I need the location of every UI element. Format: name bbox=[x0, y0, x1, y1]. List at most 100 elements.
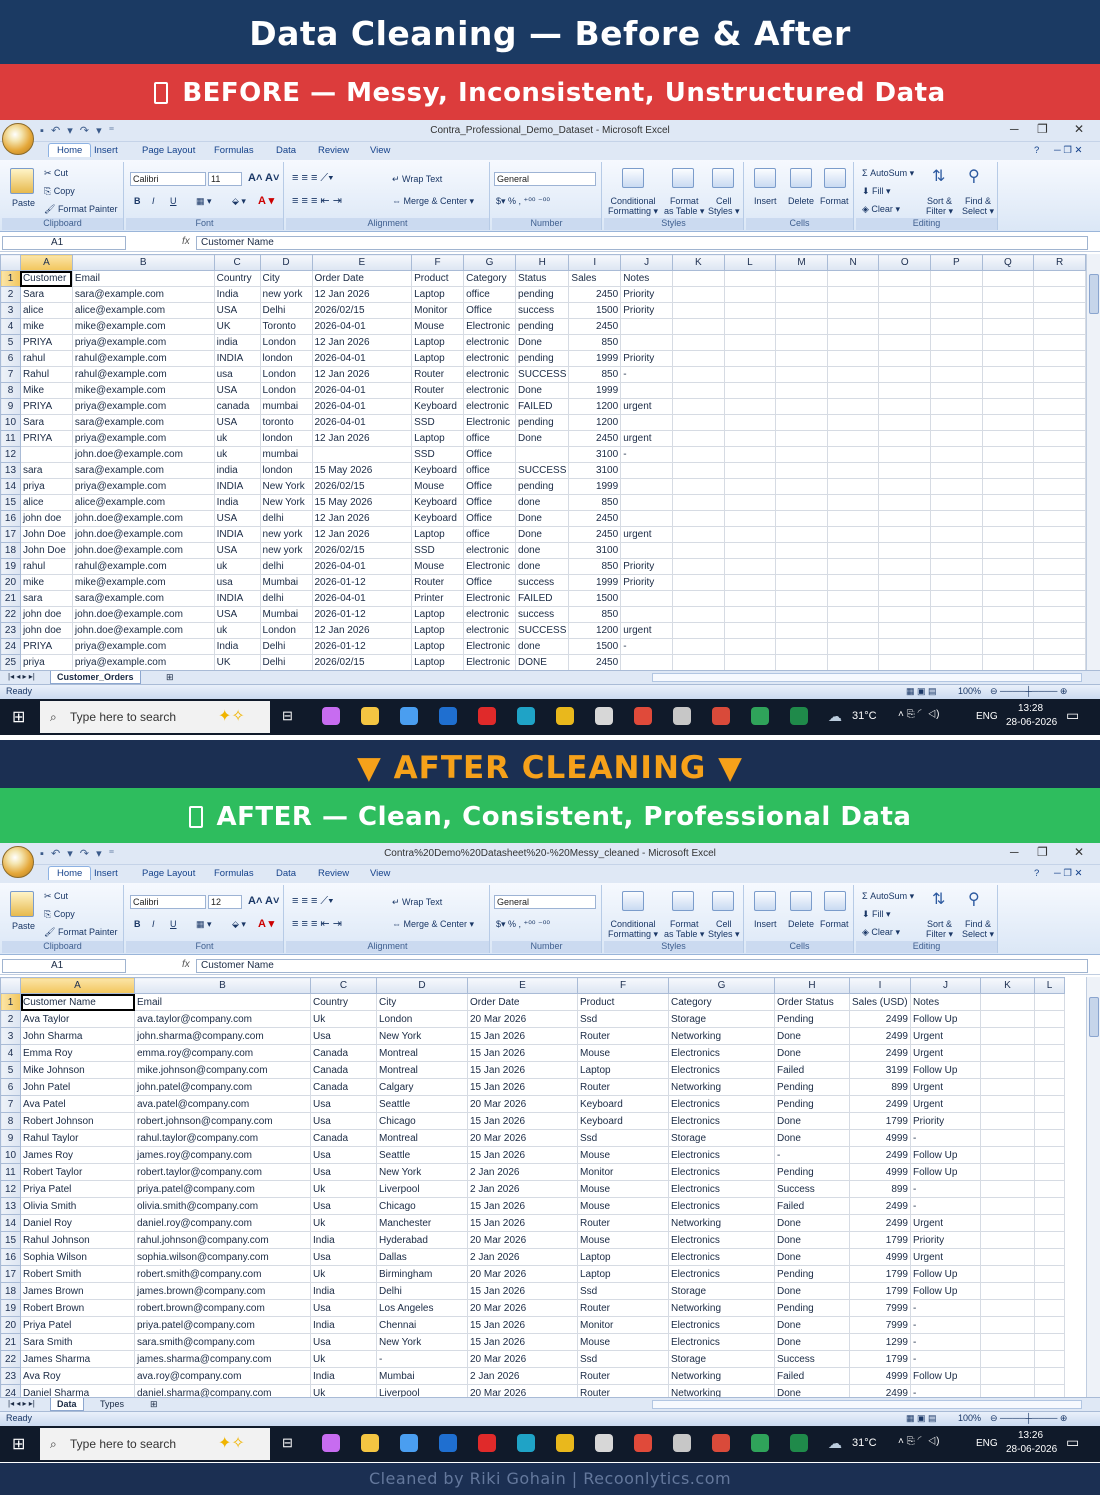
cell[interactable]: New York bbox=[376, 1027, 468, 1045]
column-header-k[interactable]: K bbox=[980, 977, 1035, 994]
cell[interactable]: Urgent bbox=[910, 1078, 981, 1096]
empty-cell[interactable] bbox=[1034, 1010, 1065, 1028]
empty-cell[interactable] bbox=[775, 270, 828, 287]
cell[interactable]: Priority bbox=[620, 286, 674, 303]
cell[interactable]: Laptop bbox=[411, 638, 465, 655]
empty-cell[interactable] bbox=[723, 334, 777, 351]
cell[interactable]: 2026-04-01 bbox=[311, 590, 413, 607]
empty-cell[interactable] bbox=[672, 286, 725, 303]
cell[interactable]: alice bbox=[19, 494, 73, 511]
empty-cell[interactable] bbox=[930, 590, 983, 607]
select-all-corner[interactable] bbox=[0, 977, 21, 994]
cell[interactable]: olivia.smith@company.com bbox=[134, 1197, 311, 1215]
empty-cell[interactable] bbox=[723, 622, 777, 639]
empty-cell[interactable] bbox=[826, 622, 880, 639]
row-header[interactable]: 21 bbox=[0, 1333, 21, 1351]
empty-cell[interactable] bbox=[723, 558, 777, 575]
empty-cell[interactable] bbox=[930, 286, 983, 303]
cell[interactable]: urgent bbox=[620, 526, 674, 543]
format-cells-icon[interactable] bbox=[824, 891, 846, 911]
cell[interactable]: daniel.roy@company.com bbox=[134, 1214, 311, 1232]
cell[interactable]: Done bbox=[774, 1044, 850, 1062]
cell[interactable]: london bbox=[259, 430, 313, 447]
empty-cell[interactable] bbox=[1033, 510, 1086, 527]
empty-cell[interactable] bbox=[1034, 1265, 1065, 1283]
column-header-d[interactable]: D bbox=[259, 254, 313, 271]
cell[interactable]: PRIYA bbox=[19, 430, 73, 447]
office-button[interactable] bbox=[2, 846, 34, 878]
empty-cell[interactable] bbox=[980, 1299, 1035, 1317]
cell[interactable]: 850 bbox=[568, 558, 622, 575]
cell[interactable]: done bbox=[515, 638, 570, 655]
cell[interactable]: London bbox=[259, 366, 313, 383]
empty-cell[interactable] bbox=[981, 446, 1035, 463]
cell[interactable]: Electronic bbox=[463, 590, 517, 607]
cell[interactable]: Order Status bbox=[774, 993, 850, 1011]
cell[interactable]: sara bbox=[19, 462, 73, 479]
empty-cell[interactable] bbox=[981, 462, 1035, 479]
empty-cell[interactable] bbox=[723, 302, 777, 319]
column-header-h[interactable]: H bbox=[515, 254, 570, 271]
column-header-i[interactable]: I bbox=[849, 977, 911, 994]
empty-cell[interactable] bbox=[981, 494, 1035, 511]
empty-cell[interactable] bbox=[1033, 430, 1086, 447]
empty-cell[interactable] bbox=[980, 1044, 1035, 1062]
empty-cell[interactable] bbox=[826, 318, 880, 335]
cell[interactable]: Delhi bbox=[259, 638, 313, 655]
cell[interactable]: 2 Jan 2026 bbox=[467, 1367, 578, 1385]
windows-start-icon[interactable]: ⊞ bbox=[12, 707, 25, 727]
column-header-k[interactable]: K bbox=[672, 254, 725, 271]
font-name-select[interactable]: Calibri bbox=[130, 172, 206, 186]
row-header[interactable]: 10 bbox=[0, 1146, 21, 1164]
column-header-b[interactable]: B bbox=[134, 977, 311, 994]
cell[interactable]: priya@example.com bbox=[71, 334, 215, 351]
empty-cell[interactable] bbox=[672, 302, 725, 319]
cell[interactable]: 20 Mar 2026 bbox=[467, 1010, 578, 1028]
cell[interactable]: Office bbox=[463, 510, 517, 527]
cell-styles-icon[interactable] bbox=[712, 891, 734, 911]
empty-cell[interactable] bbox=[826, 638, 880, 655]
column-header-o[interactable]: O bbox=[878, 254, 932, 271]
empty-cell[interactable] bbox=[1033, 622, 1086, 639]
cell[interactable]: City bbox=[376, 993, 468, 1011]
cell[interactable]: Uk bbox=[310, 1265, 377, 1283]
cell[interactable]: Laptop bbox=[411, 622, 465, 639]
clear-button[interactable]: ◈ Clear ▾ bbox=[862, 927, 900, 938]
empty-cell[interactable] bbox=[878, 574, 932, 591]
empty-cell[interactable] bbox=[981, 590, 1035, 607]
cell[interactable]: London bbox=[376, 1010, 468, 1028]
empty-cell[interactable] bbox=[775, 366, 828, 383]
cell[interactable]: Monitor bbox=[577, 1316, 669, 1334]
cell[interactable]: John Patel bbox=[20, 1078, 135, 1096]
empty-cell[interactable] bbox=[1034, 1248, 1065, 1266]
cell[interactable]: INDIA bbox=[213, 478, 261, 495]
cell[interactable]: Follow Up bbox=[910, 1061, 981, 1079]
empty-cell[interactable] bbox=[980, 1010, 1035, 1028]
cell[interactable]: Done bbox=[774, 1112, 850, 1130]
empty-cell[interactable] bbox=[930, 414, 983, 431]
cell[interactable]: Usa bbox=[310, 1299, 377, 1317]
empty-cell[interactable] bbox=[723, 462, 777, 479]
cell[interactable]: priya bbox=[19, 654, 73, 670]
cell[interactable]: Urgent bbox=[910, 1214, 981, 1232]
empty-cell[interactable] bbox=[980, 1350, 1035, 1368]
cell[interactable]: 20 Mar 2026 bbox=[467, 1350, 578, 1368]
cell[interactable]: Daniel Sharma bbox=[20, 1384, 135, 1397]
cell[interactable]: Priority bbox=[620, 558, 674, 575]
empty-cell[interactable] bbox=[930, 510, 983, 527]
empty-cell[interactable] bbox=[980, 1282, 1035, 1300]
empty-cell[interactable] bbox=[930, 638, 983, 655]
cell[interactable]: Ssd bbox=[577, 1129, 669, 1147]
cell[interactable]: pending bbox=[515, 318, 570, 335]
empty-cell[interactable] bbox=[1033, 606, 1086, 623]
cell[interactable]: delhi bbox=[259, 558, 313, 575]
empty-cell[interactable] bbox=[775, 414, 828, 431]
cell[interactable]: james.brown@company.com bbox=[134, 1282, 311, 1300]
empty-cell[interactable] bbox=[980, 993, 1035, 1011]
cell[interactable]: pending bbox=[515, 414, 570, 431]
cell[interactable]: Sara Smith bbox=[20, 1333, 135, 1351]
empty-cell[interactable] bbox=[980, 1384, 1035, 1397]
cell[interactable]: 3199 bbox=[849, 1061, 911, 1079]
cell[interactable]: Usa bbox=[310, 1163, 377, 1181]
cell[interactable]: 7999 bbox=[849, 1299, 911, 1317]
